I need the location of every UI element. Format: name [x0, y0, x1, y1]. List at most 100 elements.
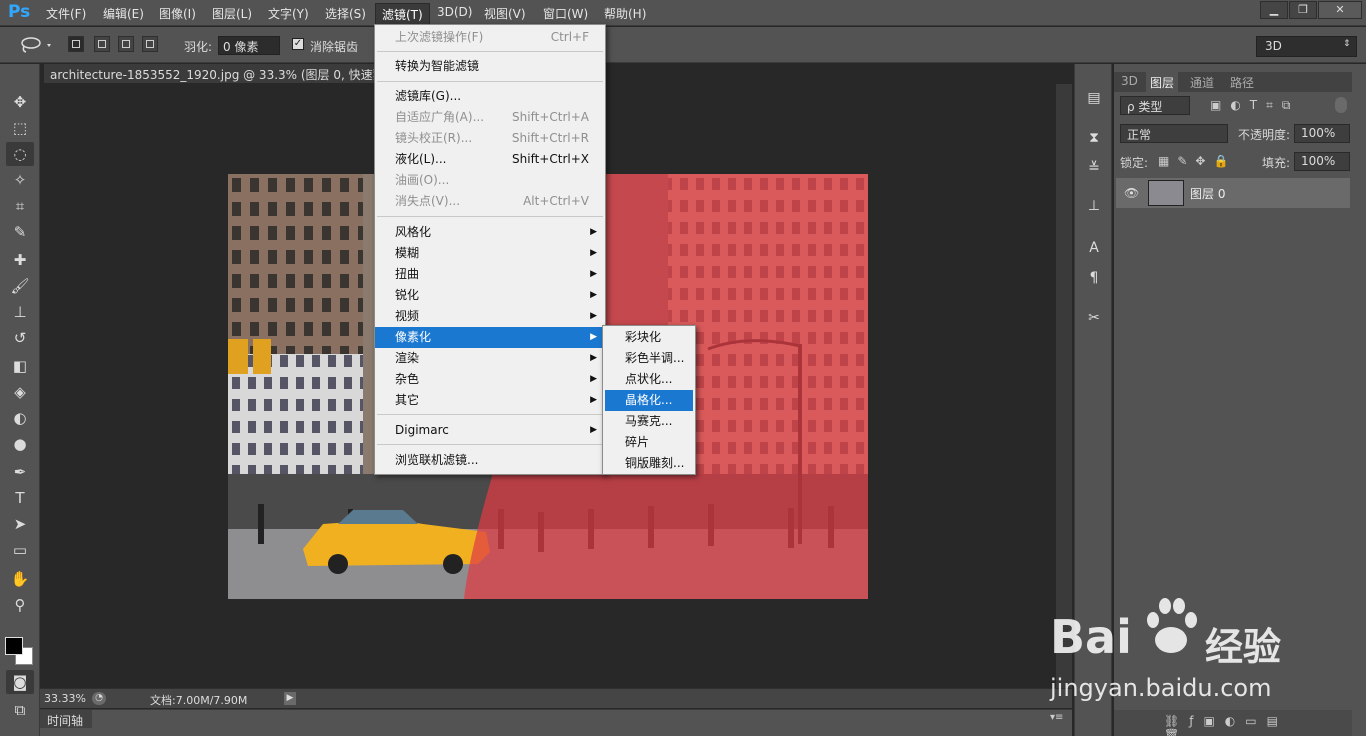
layer-name[interactable]: 图层 0 — [1190, 185, 1225, 202]
paint-bucket-icon[interactable]: ◈ — [6, 380, 34, 404]
menu-browse-online[interactable]: 浏览联机滤镜... — [375, 450, 605, 471]
opacity-input[interactable]: 100% — [1294, 124, 1350, 143]
paragraph-icon[interactable]: ¶ — [1084, 268, 1104, 288]
type-tool-icon[interactable]: T — [6, 486, 34, 510]
tab-paths[interactable]: 路径 — [1230, 74, 1254, 91]
submenu-facet[interactable]: 彩块化 — [605, 327, 693, 348]
new-selection-icon[interactable] — [68, 36, 84, 52]
blend-mode-select[interactable]: 正常 — [1120, 124, 1228, 143]
menu-type[interactable]: 文字(Y) — [268, 5, 309, 22]
history-icon[interactable]: ▤ — [1084, 88, 1104, 108]
dodge-tool-icon[interactable]: ● — [6, 432, 34, 456]
menu-layer[interactable]: 图层(L) — [212, 5, 252, 22]
menu-digimarc[interactable]: Digimarc ▶ — [375, 420, 605, 441]
submenu-mosaic[interactable]: 马赛克... — [605, 411, 693, 432]
menu-liquify[interactable]: 液化(L)... Shift+Ctrl+X — [375, 149, 605, 170]
hand-tool-icon[interactable]: ✋ — [6, 567, 34, 591]
submenu-arrow-icon: ▶ — [590, 374, 597, 384]
brush-presets-icon[interactable]: ⧗ — [1084, 128, 1104, 148]
intersect-selection-icon[interactable] — [142, 36, 158, 52]
submenu-crystallize[interactable]: 晶格化... — [605, 390, 693, 411]
menu-pixelate[interactable]: 像素化 ▶ — [375, 327, 605, 348]
tab-layers[interactable]: 图层 — [1146, 72, 1179, 92]
tab-3d[interactable]: 3D — [1121, 74, 1138, 88]
menu-video[interactable]: 视频 ▶ — [375, 306, 605, 327]
restore-button[interactable]: ❐ — [1289, 1, 1317, 19]
subtract-selection-icon[interactable] — [118, 36, 134, 52]
path-select-icon[interactable]: ➤ — [6, 512, 34, 536]
shape-tool-icon[interactable]: ▭ — [6, 538, 34, 562]
close-button[interactable]: ✕ — [1318, 1, 1362, 19]
menu-filter-gallery[interactable]: 滤镜库(G)... — [375, 86, 605, 107]
menu-blur[interactable]: 模糊 ▶ — [375, 243, 605, 264]
feather-input[interactable]: 0 像素 — [218, 36, 280, 55]
lock-icons[interactable]: ▦✎✥🔒 — [1158, 154, 1236, 168]
tool-presets-icon[interactable]: ✂ — [1084, 308, 1104, 328]
minimize-button[interactable]: ▁ — [1260, 1, 1288, 19]
menu-help[interactable]: 帮助(H) — [604, 5, 646, 22]
menu-view[interactable]: 视图(V) — [484, 5, 526, 22]
menu-window[interactable]: 窗口(W) — [543, 5, 588, 22]
zoom-tool-icon[interactable]: ⚲ — [6, 593, 34, 617]
menu-smart-filter[interactable]: 转换为智能滤镜 — [375, 56, 605, 77]
submenu-arrow-icon: ▶ — [590, 425, 597, 435]
eye-icon[interactable]: 👁 — [1124, 186, 1139, 200]
antialias-checkbox[interactable]: ✓ — [292, 38, 304, 50]
eraser-tool-icon[interactable]: ◧ — [6, 354, 34, 378]
menu-image[interactable]: 图像(I) — [159, 5, 196, 22]
zoom-preview-icon[interactable]: ◔ — [92, 692, 106, 705]
zoom-level[interactable]: 33.33% — [44, 692, 86, 705]
tab-channels[interactable]: 通道 — [1190, 74, 1214, 91]
submenu-color-halftone[interactable]: 彩色半调... — [605, 348, 693, 369]
blur-tool-icon[interactable]: ◐ — [6, 406, 34, 430]
document-tab[interactable]: architecture-1853552_1920.jpg @ 33.3% (图… — [44, 64, 374, 83]
menu-select[interactable]: 选择(S) — [325, 5, 366, 22]
play-triangle-icon[interactable]: ▶ — [284, 692, 296, 705]
menu-stylize[interactable]: 风格化 ▶ — [375, 222, 605, 243]
marquee-tool-icon[interactable]: ⬚ — [6, 116, 34, 140]
menu-filter[interactable]: 滤镜(T) — [375, 3, 430, 26]
menu-other[interactable]: 其它 ▶ — [375, 390, 605, 411]
submenu-mezzotint[interactable]: 铜版雕刻... — [605, 453, 693, 474]
menu-bar: Ps 文件(F) 编辑(E) 图像(I) 图层(L) 文字(Y) 选择(S) 滤… — [0, 0, 1366, 26]
layer-filter-select[interactable]: ρ 类型 — [1120, 96, 1190, 115]
stamp-tool-icon[interactable]: ⊥ — [6, 300, 34, 324]
layers-footer-icons[interactable]: ⛓ƒ▣◐▭▤🗑 — [1114, 710, 1352, 736]
layer-filter-icons[interactable]: ▣◐T⌗⧉ — [1210, 98, 1299, 113]
submenu-arrow-icon: ▶ — [590, 311, 597, 321]
menu-file[interactable]: 文件(F) — [46, 5, 86, 22]
add-selection-icon[interactable] — [94, 36, 110, 52]
menu-edit[interactable]: 编辑(E) — [103, 5, 144, 22]
menu-sharpen[interactable]: 锐化 ▶ — [375, 285, 605, 306]
filter-toggle-icon[interactable] — [1335, 97, 1347, 113]
watermark-url: jingyan.baidu.com — [1050, 674, 1272, 702]
healing-brush-icon[interactable]: ✚ — [6, 248, 34, 272]
history-brush-icon[interactable]: ↺ — [6, 326, 34, 350]
pen-tool-icon[interactable]: ✒ — [6, 460, 34, 484]
brush-tool-icon[interactable]: 🖌 — [6, 274, 34, 298]
menu-3d[interactable]: 3D(D) — [437, 5, 472, 19]
panel-menu-icon[interactable]: ▾≡ — [1050, 712, 1063, 723]
magic-wand-icon[interactable]: ✧ — [6, 168, 34, 192]
lasso-tool-icon[interactable]: ◌ — [6, 142, 34, 166]
screen-mode-icon[interactable]: ⧉ — [6, 698, 34, 722]
workspace-select[interactable]: 3D — [1256, 36, 1357, 57]
lasso-icon[interactable] — [18, 36, 54, 54]
eyedropper-icon[interactable]: ✎ — [6, 220, 34, 244]
clone-source-icon[interactable]: ⊥ — [1084, 196, 1104, 216]
fill-input[interactable]: 100% — [1294, 152, 1350, 171]
crop-tool-icon[interactable]: ⌗ — [6, 194, 34, 218]
menu-render[interactable]: 渲染 ▶ — [375, 348, 605, 369]
submenu-fragment[interactable]: 碎片 — [605, 432, 693, 453]
timeline-tab[interactable]: 时间轴 — [40, 710, 92, 728]
photoshop-logo: Ps — [8, 2, 31, 22]
move-tool-icon[interactable]: ✥ — [6, 90, 34, 114]
character-icon[interactable]: A — [1084, 238, 1104, 258]
paw-icon — [1147, 598, 1197, 653]
menu-distort[interactable]: 扭曲 ▶ — [375, 264, 605, 285]
brush-settings-icon[interactable]: ≚ — [1084, 158, 1104, 178]
quick-mask-icon[interactable]: ◙ — [6, 670, 34, 694]
menu-noise[interactable]: 杂色 ▶ — [375, 369, 605, 390]
submenu-pointillize[interactable]: 点状化... — [605, 369, 693, 390]
layer-row[interactable]: 👁 图层 0 — [1116, 178, 1350, 208]
